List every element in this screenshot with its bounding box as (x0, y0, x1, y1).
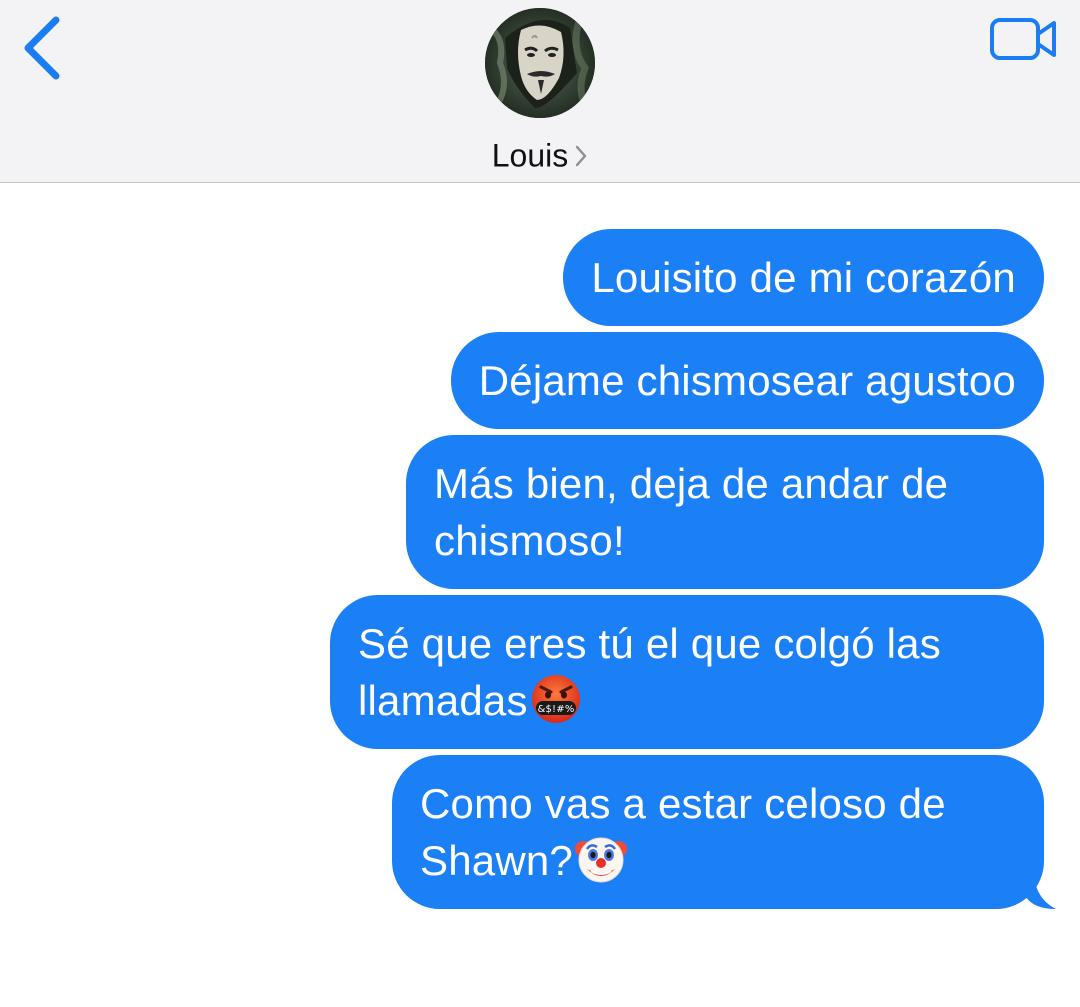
contact-name-label: Louis (491, 137, 569, 174)
chevron-right-icon (576, 145, 587, 166)
message-text: Como vas a estar celoso de Shawn? (420, 780, 946, 884)
message-list: Louisito de mi corazón Déjame chismosear… (304, 229, 1056, 909)
message-bubble[interactable]: Como vas a estar celoso de Shawn? (392, 755, 1056, 909)
bubble-tail-icon (1026, 875, 1056, 909)
clown-face-emoji (574, 837, 627, 883)
mask-avatar-icon (485, 8, 595, 118)
message-text: Sé que eres tú el que colgó las llamadas (358, 620, 941, 724)
back-button[interactable] (18, 14, 68, 82)
contact-avatar[interactable] (485, 8, 595, 118)
message-bubble[interactable]: Sé que eres tú el que colgó las llamadas… (330, 595, 1044, 749)
face-with-symbols-on-mouth-emoji: &$!#% (531, 675, 580, 723)
message-text: Louisito de mi corazón (591, 254, 1016, 301)
video-camera-icon (990, 18, 1056, 60)
message-text: Más bien, deja de andar de chismoso! (434, 460, 949, 564)
message-bubble[interactable]: Déjame chismosear agustoo (450, 332, 1044, 429)
conversation-header: Louis (0, 0, 1080, 183)
messages-screen: Louis Louisito de mi corazón Déjame chis… (0, 0, 1080, 1007)
video-call-button[interactable] (988, 16, 1060, 64)
chevron-left-icon (24, 16, 60, 80)
message-bubble[interactable]: Louisito de mi corazón (563, 229, 1044, 326)
message-text: Déjame chismosear agustoo (478, 357, 1016, 404)
contact-name-button[interactable]: Louis (0, 131, 1080, 178)
svg-text:&$!#%: &$!#% (537, 704, 574, 715)
message-bubble[interactable]: Más bien, deja de andar de chismoso! (406, 435, 1044, 589)
